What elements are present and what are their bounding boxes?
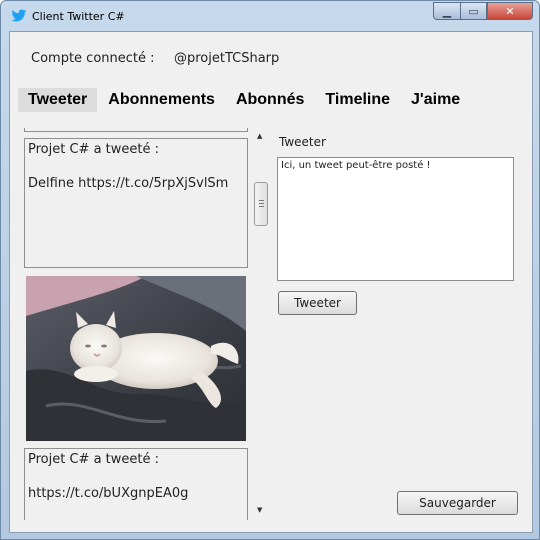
cat-on-bed-image: [26, 276, 246, 441]
window-controls: ▁ ▭ ✕: [433, 2, 533, 22]
app-window: Client Twitter C# ▁ ▭ ✕ Compte connecté …: [0, 0, 540, 540]
minimize-icon: ▁: [442, 4, 452, 18]
account-label: Compte connecté :: [31, 51, 155, 66]
tweet-photo: [26, 276, 246, 441]
grip-line: [259, 200, 264, 201]
account-handle: @projetTCSharp: [174, 51, 280, 66]
close-icon: ✕: [505, 4, 515, 18]
scroll-thumb[interactable]: [254, 182, 268, 226]
tab-jaime[interactable]: J'aime: [401, 88, 470, 112]
twitter-bird-icon: [11, 9, 27, 22]
tab-abonnements[interactable]: Abonnements: [98, 88, 225, 112]
maximize-button[interactable]: ▭: [460, 2, 487, 20]
tweet-compose-input[interactable]: Ici, un tweet peut-être posté !: [277, 157, 514, 281]
minimize-button[interactable]: ▁: [433, 2, 460, 20]
maximize-icon: ▭: [468, 4, 479, 18]
tweet-item: Projet C# a tweeté : https://t.co/bUXgnp…: [24, 448, 248, 520]
tweet-button[interactable]: Tweeter: [278, 291, 357, 315]
grip-line: [259, 203, 264, 204]
window-title: Client Twitter C#: [32, 10, 125, 23]
feed-scrollbar[interactable]: ▲ ▼: [253, 128, 270, 520]
tweet-item-partial: [24, 128, 248, 132]
tweet-item: Projet C# a tweeté : Delfine https://t.c…: [24, 138, 248, 268]
tab-bar: Tweeter Abonnements Abonnés Timeline J'a…: [18, 88, 471, 112]
compose-label: Tweeter: [279, 135, 326, 149]
tab-tweeter[interactable]: Tweeter: [18, 88, 98, 112]
tweet-feed[interactable]: Projet C# a tweeté : Delfine https://t.c…: [24, 128, 250, 520]
scroll-up-arrow-icon[interactable]: ▲: [257, 132, 262, 140]
grip-line: [259, 206, 264, 207]
close-button[interactable]: ✕: [487, 2, 533, 20]
tab-abonnes[interactable]: Abonnés: [226, 88, 314, 112]
title-bar[interactable]: Client Twitter C# ▁ ▭ ✕: [1, 1, 539, 31]
scroll-down-arrow-icon[interactable]: ▼: [257, 506, 262, 514]
save-button[interactable]: Sauvegarder: [397, 491, 518, 515]
tab-timeline[interactable]: Timeline: [315, 88, 400, 112]
client-area: Compte connecté : @projetTCSharp Tweeter…: [9, 31, 533, 533]
